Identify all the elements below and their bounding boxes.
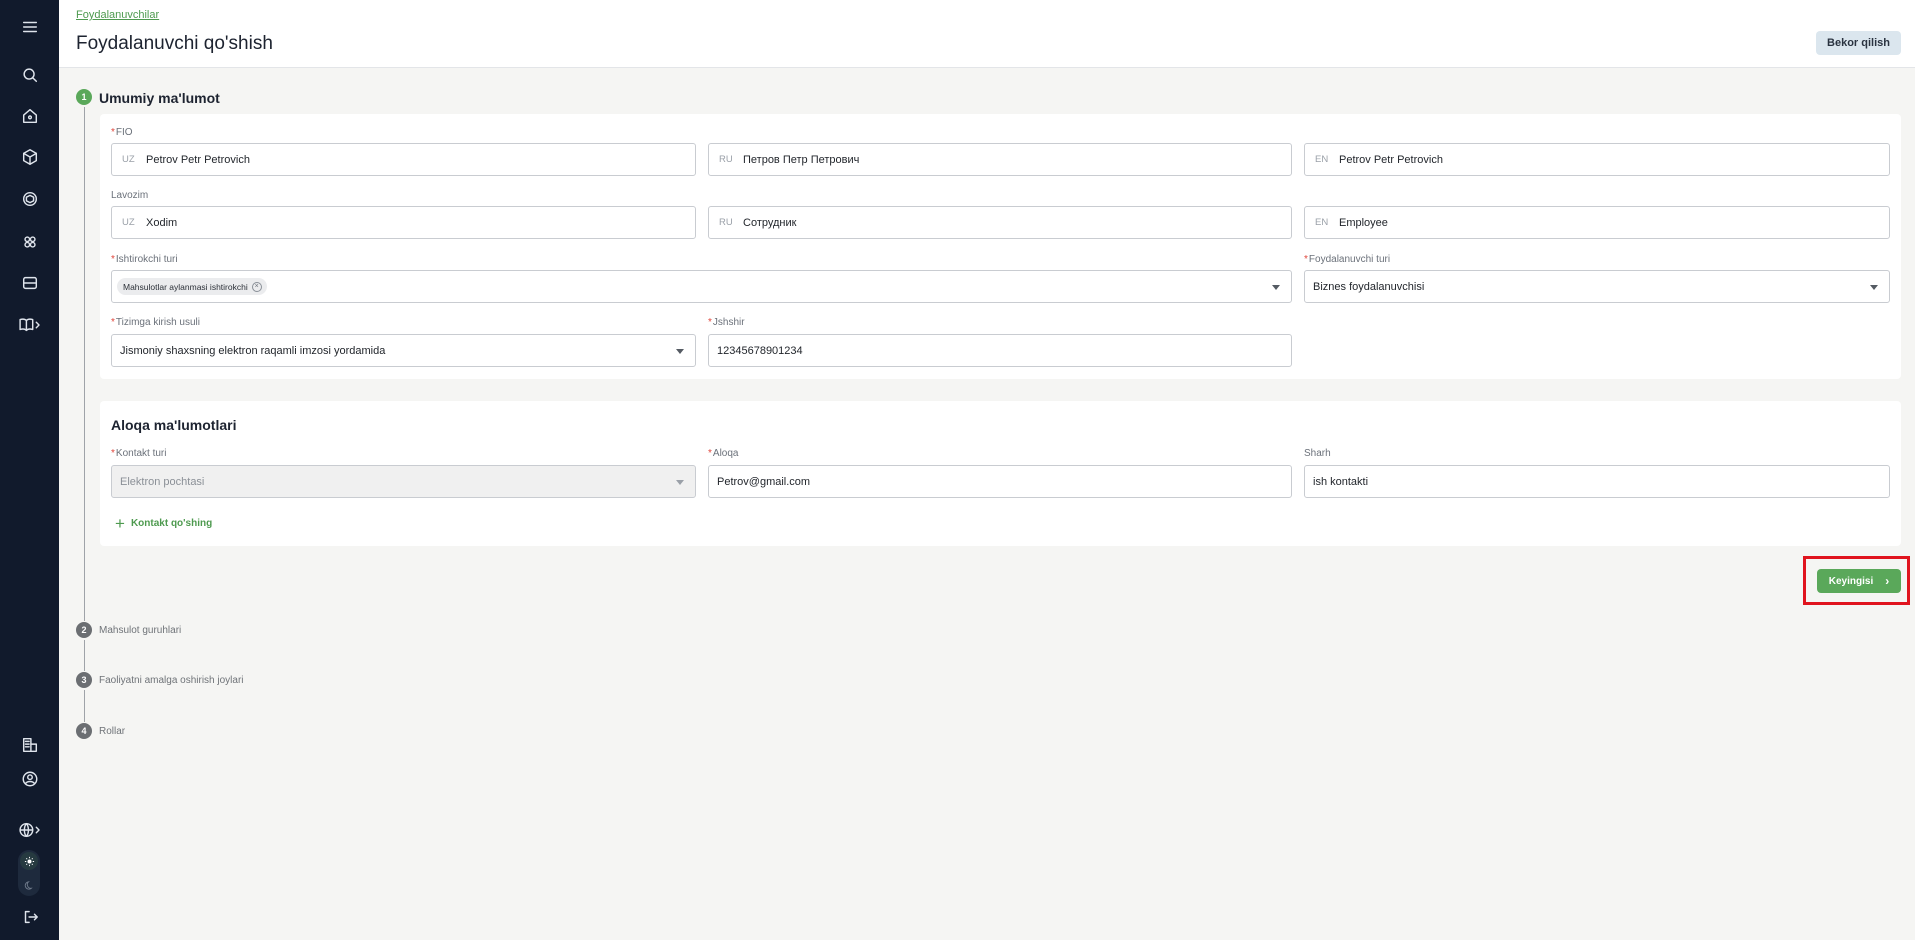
step-2-circle: 2 [76,622,92,638]
chevron-down-icon [676,349,684,354]
comment-label: Sharh [1304,448,1331,459]
globe-icon[interactable] [0,816,59,844]
user-type-label: *Foydalanuvchi turi [1304,254,1391,265]
participant-type-tag: Mahsulotlar aylanmasi ishtirokchi × [117,278,267,295]
step-3-label[interactable]: Faoliyatni amalga oshirish joylari [99,675,244,686]
contact-type-label: *Kontakt turi [111,448,167,459]
cancel-button[interactable]: Bekor qilish [1816,31,1901,55]
chevron-down-icon [1272,285,1280,290]
plus-icon: + [115,514,125,533]
contact-type-select: Elektron pochtasi [111,465,696,498]
book-icon[interactable] [0,311,59,339]
logout-icon[interactable] [0,903,59,931]
login-method-label: *Tizimga kirish usuli [111,317,200,328]
box-icon[interactable] [0,143,59,171]
step-connector [84,640,85,671]
fio-en-input[interactable]: EN Petrov Petr Petrovich [1304,143,1890,176]
step-3-circle: 3 [76,672,92,688]
jshshir-input[interactable]: 12345678901234 [708,334,1292,367]
sidebar [0,0,59,940]
step-connector [84,690,85,722]
tag-remove-icon[interactable]: × [251,281,262,292]
scan-icon[interactable] [0,228,59,256]
search-icon[interactable] [0,61,59,89]
moon-icon[interactable] [20,876,38,894]
contacts-title: Aloqa ma'lumotlari [111,417,237,433]
menu-icon[interactable] [0,13,59,41]
storage-icon[interactable] [0,269,59,297]
theme-toggle[interactable] [18,850,40,896]
participant-type-select[interactable]: Mahsulotlar aylanmasi ishtirokchi × [111,270,1292,303]
chevron-right-icon: › [1885,574,1890,588]
login-method-select[interactable]: Jismoniy shaxsning elektron raqamli imzo… [111,334,696,367]
fio-ru-input[interactable]: RU Петров Петр Петрович [708,143,1292,176]
step-connector [84,107,85,621]
jshshir-label: *Jshshir [708,317,745,328]
position-uz-input[interactable]: UZ Xodim [111,206,696,239]
page-header: Foydalanuvchilar Foydalanuvchi qo'shish … [59,0,1915,68]
position-label: Lavozim [111,190,149,201]
step-2-label[interactable]: Mahsulot guruhlari [99,625,181,636]
contact-label: *Aloqa [708,448,739,459]
breadcrumb-users-link[interactable]: Foydalanuvchilar [76,9,159,21]
sun-icon[interactable] [20,852,38,870]
step-1-label[interactable]: Umumiy ma'lumot [99,90,220,106]
contact-input[interactable]: Petrov@gmail.com [708,465,1292,498]
step-4-circle: 4 [76,723,92,739]
step-1-circle: 1 [76,89,92,105]
user-circle-icon[interactable] [0,765,59,793]
participant-type-label: *Ishtirokchi turi [111,254,178,265]
package-icon[interactable] [0,185,59,213]
chevron-down-icon [1870,285,1878,290]
page-title: Foydalanuvchi qo'shish [76,33,273,54]
position-en-input[interactable]: EN Employee [1304,206,1890,239]
user-type-select[interactable]: Biznes foydalanuvchisi [1304,270,1890,303]
add-contact-button[interactable]: + Kontakt qo'shing [115,515,212,532]
home-icon[interactable] [0,102,59,130]
building-icon[interactable] [0,731,59,759]
fio-uz-input[interactable]: UZ Petrov Petr Petrovich [111,143,696,176]
position-ru-input[interactable]: RU Сотрудник [708,206,1292,239]
next-button[interactable]: Keyingisi › [1817,569,1901,593]
comment-input[interactable]: ish kontakti [1304,465,1890,498]
fio-label: *FIO [111,127,133,138]
chevron-down-icon [676,480,684,485]
step-4-label[interactable]: Rollar [99,726,125,737]
